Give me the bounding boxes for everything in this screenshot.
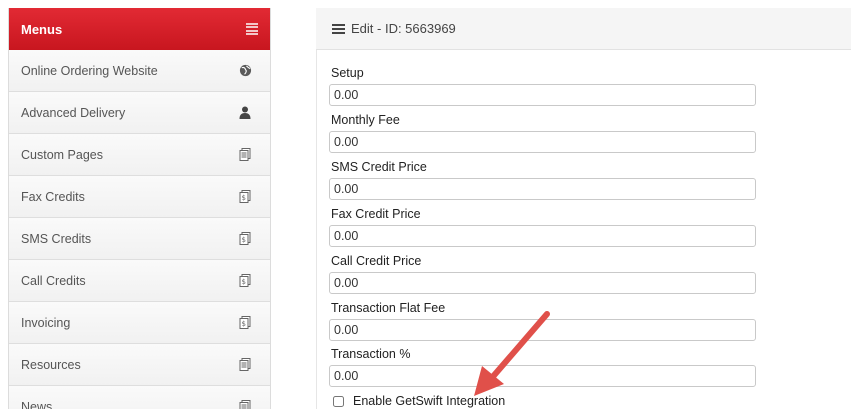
globe-icon <box>238 64 252 78</box>
getswift-checkbox-label: Enable GetSwift Integration <box>353 394 506 408</box>
sidebar-item-resources[interactable]: Resources <box>9 344 270 386</box>
sidebar-item-label: News <box>21 399 53 409</box>
sidebar: Menus Online Ordering Website Advanced D… <box>8 8 271 409</box>
list-icon <box>332 23 345 34</box>
edit-form: Setup Monthly Fee SMS Credit Price Fax C… <box>316 50 851 409</box>
sidebar-item-label: Call Credits <box>21 273 86 288</box>
sidebar-item-news[interactable]: News <box>9 386 270 409</box>
monthly-fee-input[interactable] <box>329 131 756 153</box>
call-credit-price-label: Call Credit Price <box>331 254 422 268</box>
sidebar-item-label: Online Ordering Website <box>21 63 158 78</box>
sidebar-item-sms-credits[interactable]: SMS Credits $ <box>9 218 270 260</box>
sms-credit-price-input[interactable] <box>329 178 756 200</box>
setup-input[interactable] <box>329 84 756 106</box>
transaction-flat-fee-label: Transaction Flat Fee <box>331 301 446 315</box>
document-icon: $ <box>238 232 252 246</box>
sidebar-item-invoicing[interactable]: Invoicing $ <box>9 302 270 344</box>
pages-icon <box>238 148 252 162</box>
sidebar-header[interactable]: Menus <box>9 8 270 50</box>
sidebar-item-label: Advanced Delivery <box>21 105 126 120</box>
sidebar-item-advanced-delivery[interactable]: Advanced Delivery <box>9 92 270 134</box>
transaction-percent-input[interactable] <box>329 365 756 387</box>
fax-credit-price-label: Fax Credit Price <box>331 207 421 221</box>
sidebar-item-label: Invoicing <box>21 315 71 330</box>
getswift-checkbox-row[interactable]: Enable GetSwift Integration <box>333 394 505 408</box>
sidebar-item-label: SMS Credits <box>21 231 92 246</box>
getswift-checkbox[interactable] <box>333 395 344 407</box>
page-title: Edit - ID: 5663969 <box>351 21 456 36</box>
call-credit-price-input[interactable] <box>329 272 756 294</box>
document-icon: $ <box>238 274 252 288</box>
pages-icon <box>238 358 252 372</box>
setup-label: Setup <box>331 66 364 80</box>
sms-credit-price-label: SMS Credit Price <box>331 160 427 174</box>
user-icon <box>238 106 252 120</box>
pages-icon <box>238 400 252 409</box>
panel-header: Edit - ID: 5663969 <box>316 8 851 50</box>
menu-list-icon <box>246 23 258 35</box>
fax-credit-price-input[interactable] <box>329 225 756 247</box>
transaction-flat-fee-input[interactable] <box>329 319 756 341</box>
svg-text:$: $ <box>242 320 246 328</box>
sidebar-item-label: Fax Credits <box>21 189 85 204</box>
sidebar-item-custom-pages[interactable]: Custom Pages <box>9 134 270 176</box>
sidebar-item-call-credits[interactable]: Call Credits $ <box>9 260 270 302</box>
sidebar-item-label: Resources <box>21 357 81 372</box>
sidebar-item-fax-credits[interactable]: Fax Credits $ <box>9 176 270 218</box>
monthly-fee-label: Monthly Fee <box>331 113 400 127</box>
svg-text:$: $ <box>242 194 246 202</box>
document-icon: $ <box>238 316 252 330</box>
svg-text:$: $ <box>242 278 246 286</box>
sidebar-header-label: Menus <box>21 21 63 37</box>
sidebar-item-label: Custom Pages <box>21 147 103 162</box>
svg-text:$: $ <box>242 236 246 244</box>
transaction-percent-label: Transaction % <box>331 347 411 361</box>
document-icon: $ <box>238 190 252 204</box>
sidebar-item-online-ordering-website[interactable]: Online Ordering Website <box>9 50 270 92</box>
